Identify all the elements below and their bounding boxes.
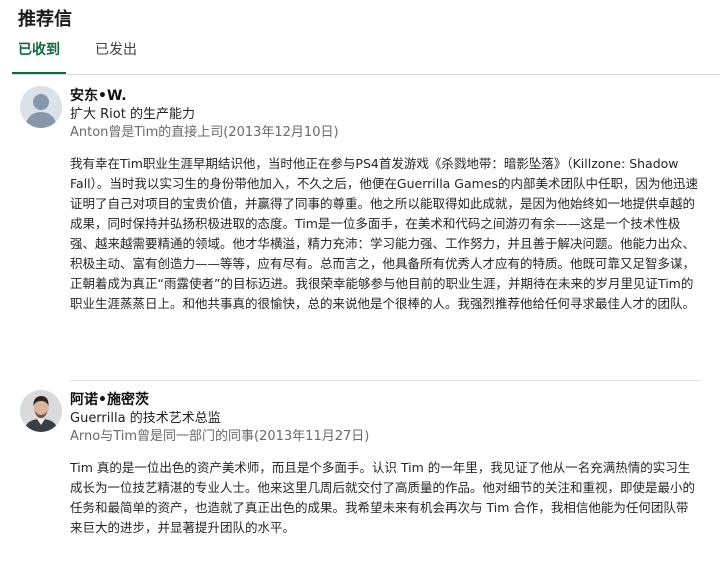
recommender-info: 安东•W. 扩大 Riot 的生产能力 Anton曾是Tim的直接上司(2013… [70,86,700,142]
recommender-relation: Anton曾是Tim的直接上司(2013年12月10日) [70,125,339,140]
recommender-title: 扩大 Riot 的生产能力 [70,107,195,122]
section-title: 推荐信 [18,9,72,30]
recommender-title: Guerrilla 的技术艺术总监 [70,411,221,426]
recommender-name[interactable]: 阿诺•施密茨 [70,390,700,410]
recommendation-text: Tim 真的是一位出色的资产美术师，而且是个多面手。认识 Tim 的一年里，我见… [70,460,696,535]
tab-sent[interactable]: 已发出 [86,36,146,74]
person-silhouette-icon [20,86,62,128]
recommender-relation: Arno与Tim曾是同一部门的同事(2013年11月27日) [70,429,370,444]
avatar-photo[interactable] [20,390,62,432]
tab-received[interactable]: 已收到 [12,36,66,74]
avatar-placeholder[interactable] [20,86,62,128]
recommender-info: 阿诺•施密茨 Guerrilla 的技术艺术总监 Arno与Tim曾是同一部门的… [70,390,700,446]
recommendation-text: 我有幸在Tim职业生涯早期结识他，当时他正在参与PS4首发游戏《杀戮地带：暗影坠… [70,156,699,311]
divider [70,380,700,381]
recommender-name[interactable]: 安东•W. [70,86,700,106]
recommendation-tabs: 已收到 已发出 [12,36,720,75]
person-photo-icon [20,390,62,432]
